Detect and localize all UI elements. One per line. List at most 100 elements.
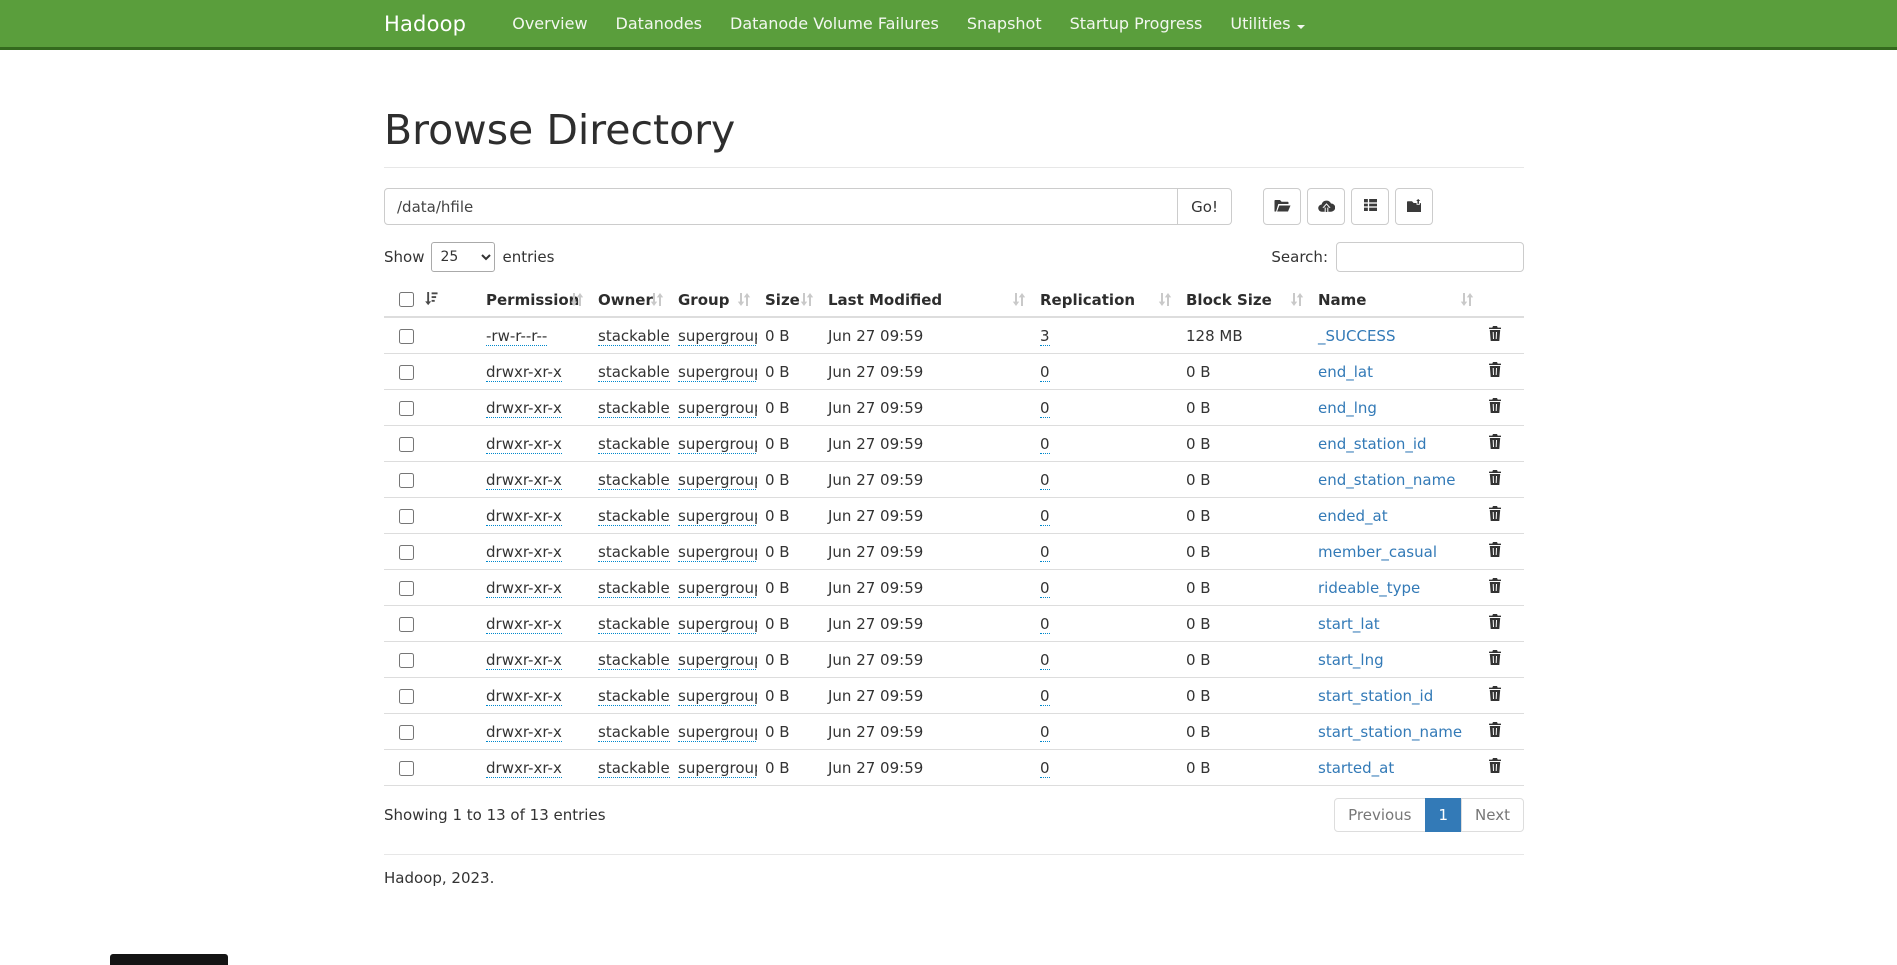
owner-editable[interactable]: stackable: [598, 579, 670, 598]
owner-editable[interactable]: stackable: [598, 651, 670, 670]
permission-editable[interactable]: drwxr-xr-x: [486, 435, 562, 454]
row-checkbox[interactable]: [399, 653, 414, 668]
file-link[interactable]: started_at: [1318, 759, 1394, 777]
owner-editable[interactable]: stackable: [598, 543, 670, 562]
file-link[interactable]: end_station_id: [1318, 435, 1427, 453]
permission-editable[interactable]: drwxr-xr-x: [486, 399, 562, 418]
column-header-owner[interactable]: Owner: [590, 285, 670, 317]
permission-editable[interactable]: drwxr-xr-x: [486, 723, 562, 742]
replication-editable[interactable]: 0: [1040, 507, 1050, 526]
group-editable[interactable]: supergroup: [678, 507, 757, 526]
delete-button[interactable]: [1488, 614, 1502, 629]
replication-editable[interactable]: 0: [1040, 435, 1050, 454]
file-link[interactable]: end_lng: [1318, 399, 1377, 417]
delete-button[interactable]: [1488, 398, 1502, 413]
file-link[interactable]: start_station_name: [1318, 723, 1462, 741]
upload-files-button[interactable]: [1307, 188, 1345, 225]
permission-editable[interactable]: drwxr-xr-x: [486, 651, 562, 670]
row-checkbox[interactable]: [399, 617, 414, 632]
row-checkbox[interactable]: [399, 761, 414, 776]
group-editable[interactable]: supergroup: [678, 759, 757, 778]
permission-editable[interactable]: drwxr-xr-x: [486, 615, 562, 634]
file-link[interactable]: ended_at: [1318, 507, 1388, 525]
column-header-name[interactable]: Name: [1310, 285, 1480, 317]
permission-editable[interactable]: drwxr-xr-x: [486, 759, 562, 778]
go-button[interactable]: Go!: [1178, 188, 1232, 225]
permission-editable[interactable]: drwxr-xr-x: [486, 579, 562, 598]
column-header-size[interactable]: Size: [757, 285, 820, 317]
group-editable[interactable]: supergroup: [678, 327, 757, 346]
replication-editable[interactable]: 0: [1040, 399, 1050, 418]
group-editable[interactable]: supergroup: [678, 363, 757, 382]
group-editable[interactable]: supergroup: [678, 579, 757, 598]
permission-editable[interactable]: drwxr-xr-x: [486, 471, 562, 490]
column-header-block_size[interactable]: Block Size: [1178, 285, 1310, 317]
delete-button[interactable]: [1488, 326, 1502, 341]
owner-editable[interactable]: stackable: [598, 327, 670, 346]
group-editable[interactable]: supergroup: [678, 435, 757, 454]
nav-item-datanode-volume-failures[interactable]: Datanode Volume Failures: [716, 0, 953, 47]
group-editable[interactable]: supergroup: [678, 687, 757, 706]
group-editable[interactable]: supergroup: [678, 471, 757, 490]
file-link[interactable]: start_station_id: [1318, 687, 1433, 705]
permission-editable[interactable]: drwxr-xr-x: [486, 687, 562, 706]
column-header-select[interactable]: [384, 285, 478, 317]
select-all-checkbox[interactable]: [399, 292, 414, 307]
column-header-replication[interactable]: Replication: [1032, 285, 1178, 317]
move-button[interactable]: [1395, 188, 1433, 225]
owner-editable[interactable]: stackable: [598, 759, 670, 778]
replication-editable[interactable]: 0: [1040, 759, 1050, 778]
delete-button[interactable]: [1488, 434, 1502, 449]
row-checkbox[interactable]: [399, 545, 414, 560]
nav-item-datanodes[interactable]: Datanodes: [602, 0, 716, 47]
delete-button[interactable]: [1488, 506, 1502, 521]
file-link[interactable]: member_casual: [1318, 543, 1437, 561]
owner-editable[interactable]: stackable: [598, 471, 670, 490]
nav-item-startup-progress[interactable]: Startup Progress: [1056, 0, 1217, 47]
file-link[interactable]: end_lat: [1318, 363, 1373, 381]
file-link[interactable]: start_lat: [1318, 615, 1380, 633]
replication-editable[interactable]: 0: [1040, 363, 1050, 382]
delete-button[interactable]: [1488, 470, 1502, 485]
pagination-next[interactable]: Next: [1462, 798, 1524, 832]
permission-editable[interactable]: drwxr-xr-x: [486, 507, 562, 526]
replication-editable[interactable]: 0: [1040, 615, 1050, 634]
replication-editable[interactable]: 3: [1040, 327, 1050, 346]
row-checkbox[interactable]: [399, 509, 414, 524]
path-input[interactable]: [384, 188, 1178, 225]
owner-editable[interactable]: stackable: [598, 363, 670, 382]
replication-editable[interactable]: 0: [1040, 543, 1050, 562]
delete-button[interactable]: [1488, 686, 1502, 701]
cut-paste-button[interactable]: [1351, 188, 1389, 225]
replication-editable[interactable]: 0: [1040, 579, 1050, 598]
search-input[interactable]: [1336, 242, 1524, 272]
file-link[interactable]: start_lng: [1318, 651, 1384, 669]
owner-editable[interactable]: stackable: [598, 723, 670, 742]
replication-editable[interactable]: 0: [1040, 723, 1050, 742]
nav-item-overview[interactable]: Overview: [498, 0, 601, 47]
group-editable[interactable]: supergroup: [678, 399, 757, 418]
delete-button[interactable]: [1488, 362, 1502, 377]
page-size-select[interactable]: 25: [431, 242, 495, 272]
pagination-previous[interactable]: Previous: [1334, 798, 1425, 832]
permission-editable[interactable]: drwxr-xr-x: [486, 363, 562, 382]
delete-button[interactable]: [1488, 722, 1502, 737]
owner-editable[interactable]: stackable: [598, 687, 670, 706]
row-checkbox[interactable]: [399, 329, 414, 344]
column-header-permission[interactable]: Permission: [478, 285, 590, 317]
nav-dropdown-utilities[interactable]: Utilities: [1216, 0, 1318, 47]
delete-button[interactable]: [1488, 758, 1502, 773]
row-checkbox[interactable]: [399, 401, 414, 416]
column-header-last_modified[interactable]: Last Modified: [820, 285, 1032, 317]
create-directory-button[interactable]: [1263, 188, 1301, 225]
brand-hadoop[interactable]: Hadoop: [384, 12, 476, 36]
delete-button[interactable]: [1488, 542, 1502, 557]
row-checkbox[interactable]: [399, 689, 414, 704]
row-checkbox[interactable]: [399, 581, 414, 596]
group-editable[interactable]: supergroup: [678, 543, 757, 562]
nav-item-snapshot[interactable]: Snapshot: [953, 0, 1056, 47]
replication-editable[interactable]: 0: [1040, 687, 1050, 706]
group-editable[interactable]: supergroup: [678, 615, 757, 634]
column-header-group[interactable]: Group: [670, 285, 757, 317]
file-link[interactable]: _SUCCESS: [1318, 327, 1395, 345]
